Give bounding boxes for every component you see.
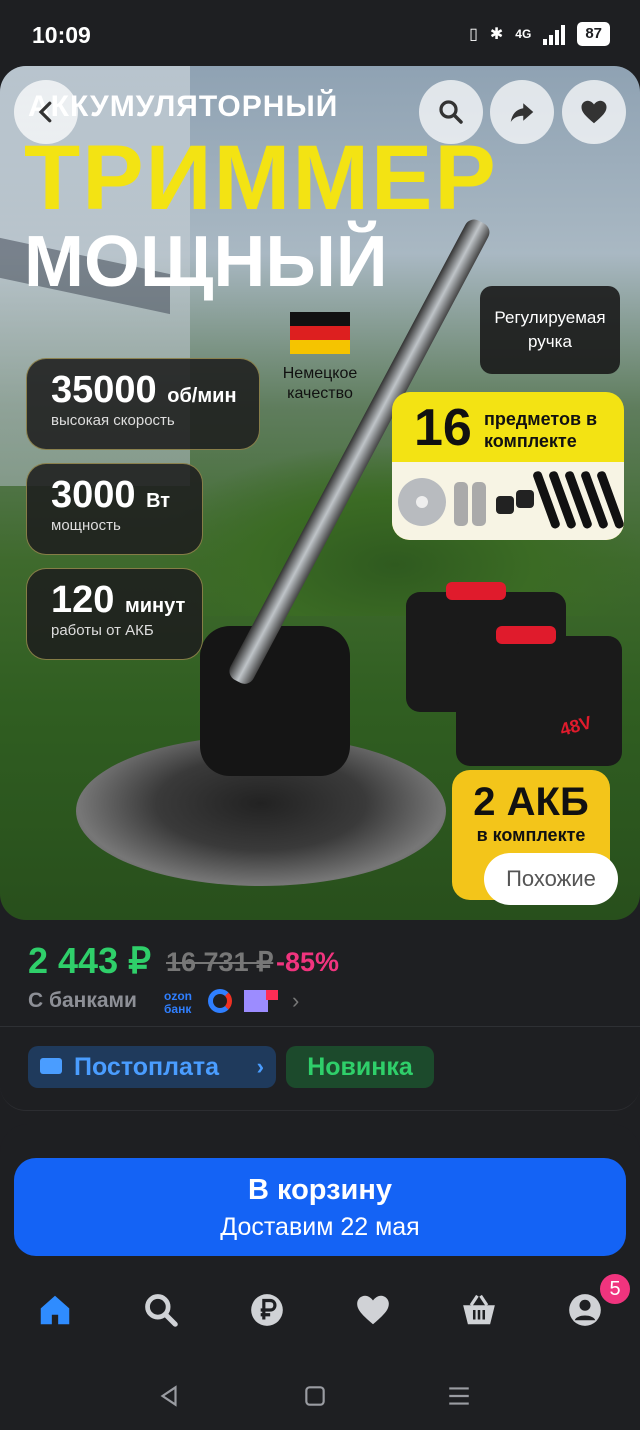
chevron-right-icon: › — [256, 1054, 264, 1079]
nav-home-button[interactable] — [297, 1378, 333, 1414]
bluetooth-icon: ✱ — [489, 26, 504, 43]
kit-badge: 16 предметов в комплекте — [392, 392, 624, 540]
spec-card-runtime: 120 минут работы от АКБ — [26, 568, 203, 660]
home-icon — [40, 1295, 70, 1325]
system-nav-bar — [0, 1360, 640, 1430]
spec-value: 120 — [51, 579, 115, 621]
kit-parts-image — [392, 462, 624, 540]
bank-card-accent-icon — [266, 990, 278, 1000]
postpay-badge[interactable]: Постоплата › — [28, 1046, 276, 1088]
search-button[interactable] — [419, 80, 483, 144]
back-arrow-icon — [38, 101, 52, 123]
add-to-cart-button[interactable]: В корзину Доставим 22 мая — [14, 1158, 626, 1256]
nav-back-button[interactable] — [151, 1378, 187, 1414]
spec-unit: об/мин — [167, 385, 237, 407]
network-type: 4G — [515, 27, 532, 41]
battery-count: 2 АКБ — [473, 780, 589, 824]
similar-button[interactable]: Похожие — [484, 853, 618, 905]
kit-text: предметов в комплекте — [484, 409, 598, 451]
headline-mid: МОЩНЫЙ — [24, 222, 388, 302]
battery-pack-image: 48V — [456, 626, 622, 766]
search-icon — [439, 100, 463, 124]
trimmer-motor-image — [200, 626, 350, 776]
postpay-label: Постоплата — [74, 1053, 220, 1081]
spec-caption: высокая скорость — [51, 412, 175, 429]
divider — [0, 1026, 640, 1027]
spec-card-power: 3000 Вт мощность — [26, 463, 203, 555]
share-icon — [510, 103, 534, 122]
status-bar: 10:09 ▯ ✱ 4G 87 — [0, 0, 640, 70]
menu-icon — [449, 1387, 469, 1405]
share-button[interactable] — [490, 80, 554, 144]
delivery-date: Доставим 22 мая — [220, 1213, 420, 1241]
signal-icon — [543, 23, 566, 45]
basket-icon — [463, 1294, 495, 1325]
adjustable-handle-label: Регулируемая ручка — [480, 286, 620, 374]
discount: -85% — [276, 947, 340, 977]
search-icon — [145, 1294, 178, 1327]
banks-label[interactable]: С банками — [28, 989, 137, 1013]
nav-menu-button[interactable] — [441, 1378, 477, 1414]
old-price: 16 731 ₽ — [166, 947, 274, 977]
current-price: 2 443 ₽ — [28, 940, 151, 981]
status-time: 10:09 — [32, 22, 91, 48]
tab-bar — [0, 1280, 640, 1340]
profile-icon — [569, 1294, 601, 1326]
tab-finance[interactable] — [243, 1286, 291, 1334]
tab-search[interactable] — [137, 1286, 185, 1334]
bank-logo-icon — [208, 989, 232, 1013]
spec-unit: Вт — [146, 490, 171, 512]
ozon-bank-logo: ozon банк — [164, 990, 204, 1016]
ozon-bank-text: ozon банк — [164, 989, 192, 1016]
back-button[interactable] — [14, 80, 78, 144]
spec-unit: минут — [124, 595, 186, 617]
cart-count-badge: 5 — [598, 1272, 632, 1306]
headline-big: ТРИММЕР — [24, 127, 498, 229]
heart-icon — [581, 100, 607, 124]
bank-card-icon — [244, 990, 268, 1012]
status-icons: ▯ ✱ 4G 87 — [469, 22, 610, 46]
vibrate-icon: ▯ — [469, 26, 478, 43]
tab-home[interactable] — [31, 1286, 79, 1334]
chevron-right-icon[interactable]: › — [292, 988, 299, 1014]
wallet-icon — [40, 1058, 62, 1074]
heart-icon — [357, 1295, 389, 1325]
triangle-back-icon — [160, 1385, 177, 1407]
add-to-cart-label: В корзину — [247, 1174, 393, 1206]
new-badge: Новинка — [286, 1046, 434, 1088]
kit-count: 16 — [414, 399, 472, 457]
square-home-icon — [305, 1386, 325, 1406]
spec-caption: работы от АКБ — [51, 622, 154, 639]
spec-card-speed: 35000 об/мин высокая скорость — [26, 358, 260, 450]
battery-text: в комплекте — [476, 825, 586, 845]
tab-cart[interactable] — [455, 1286, 503, 1334]
quality-label: Немецкое качество — [282, 365, 358, 402]
spec-caption: мощность — [51, 517, 121, 534]
favorite-button[interactable] — [562, 80, 626, 144]
tab-favorites[interactable] — [349, 1286, 397, 1334]
ruble-icon — [251, 1294, 283, 1326]
battery-icon: 87 — [577, 22, 610, 46]
german-flag-icon — [290, 312, 350, 354]
spec-value: 3000 — [51, 474, 136, 516]
spec-value: 35000 — [51, 369, 157, 411]
